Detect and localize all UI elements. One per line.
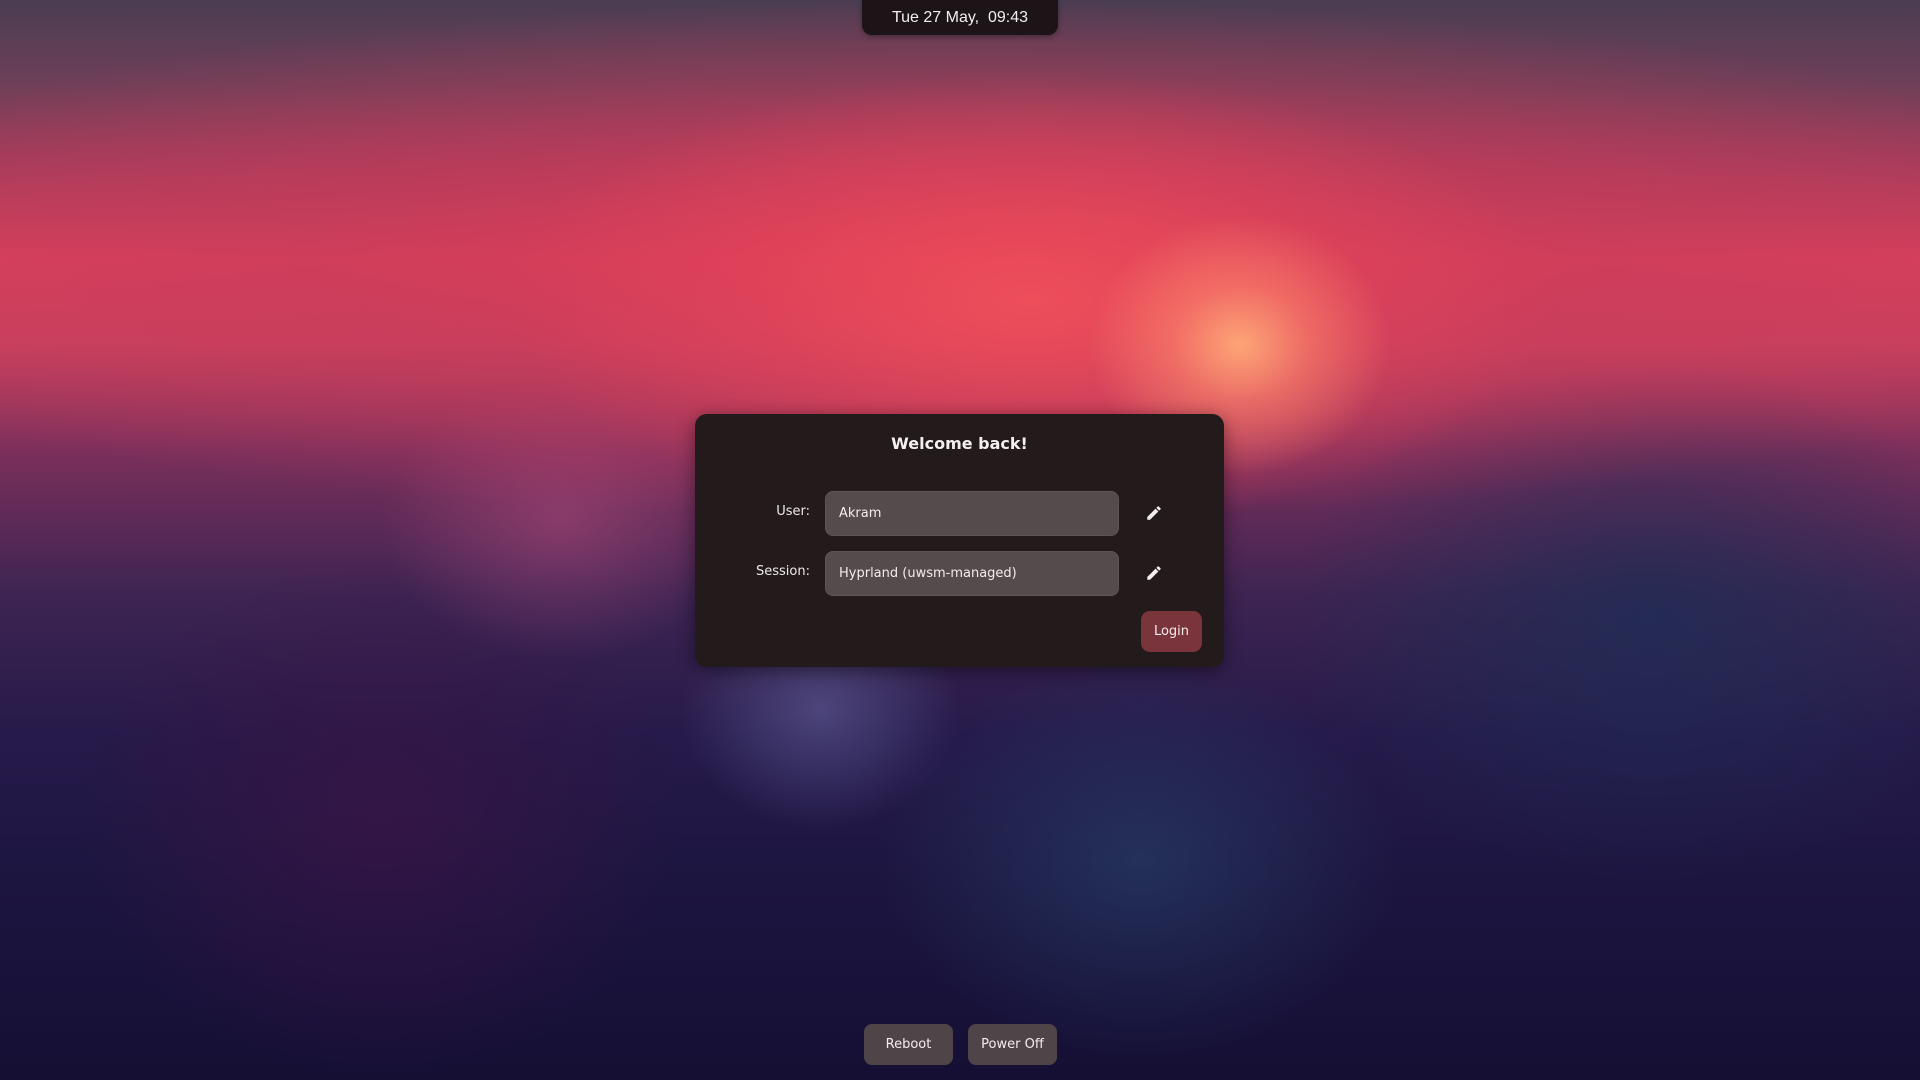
session-label: Session: [756,564,810,579]
user-label: User: [776,504,810,519]
login-dialog: Welcome back! User: Akram Session: Hyprl… [695,414,1224,667]
pencil-icon [1147,506,1161,520]
reboot-button[interactable]: Reboot [864,1024,953,1065]
pencil-icon [1147,566,1161,580]
user-value: Akram [839,506,882,521]
session-value: Hyprland (uwsm-managed) [839,566,1017,581]
session-field[interactable]: Hyprland (uwsm-managed) [825,551,1119,596]
user-field[interactable]: Akram [825,491,1119,536]
login-button[interactable]: Login [1141,611,1202,652]
power-off-button[interactable]: Power Off [968,1024,1057,1065]
edit-session-button[interactable] [1139,558,1169,588]
clock-bar: Tue 27 May, 09:43 [862,0,1058,35]
dialog-title: Welcome back! [891,434,1028,453]
edit-user-button[interactable] [1139,498,1169,528]
date-time: Tue 27 May, 09:43 [891,8,1029,26]
